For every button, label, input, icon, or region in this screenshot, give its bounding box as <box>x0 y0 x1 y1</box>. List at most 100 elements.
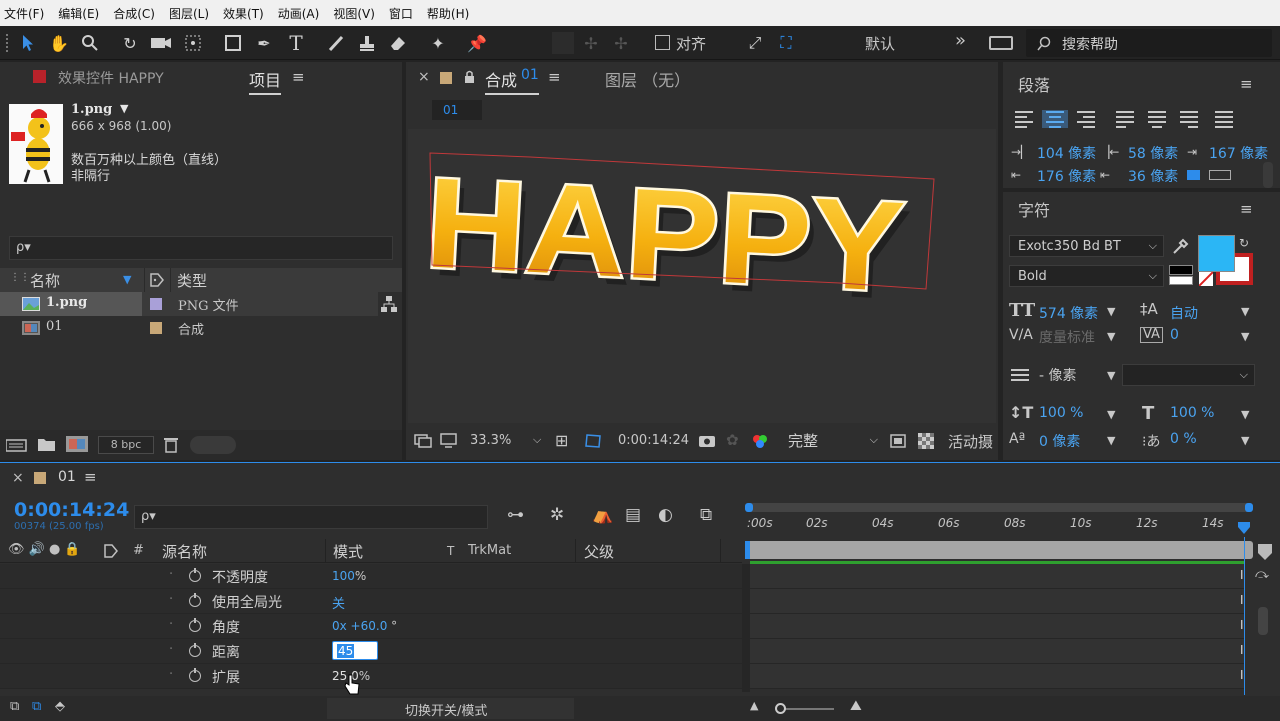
parent-header[interactable]: 父级 <box>584 541 614 562</box>
channel-rgb-icon[interactable] <box>752 433 768 449</box>
brush-tool-icon[interactable] <box>325 32 347 54</box>
project-item-row[interactable]: 01 合成 <box>0 316 378 340</box>
snap-edge-icon[interactable]: ⤢ <box>744 32 766 54</box>
menu-help[interactable]: 帮助(H) <box>427 5 469 22</box>
comp-flowchart-icon[interactable]: ⊶ <box>507 505 524 525</box>
pan-behind-tool-icon[interactable] <box>182 32 204 54</box>
font-style-dropdown[interactable]: Bold ⌵ <box>1009 265 1164 287</box>
trkmat-header[interactable]: TrkMat <box>468 543 511 558</box>
comp-marker-icon[interactable] <box>1257 543 1273 561</box>
timing-icon[interactable]: ⬘ <box>55 699 65 714</box>
always-preview-icon[interactable] <box>414 434 432 448</box>
layer-duration-bar[interactable] <box>745 541 1253 559</box>
timeline-scrollbar[interactable] <box>1258 607 1268 635</box>
tab-composition[interactable]: 合成 01 <box>485 67 539 95</box>
property-row[interactable]: · 使用全局光 关 <box>0 589 742 614</box>
tsume-dropdown-icon[interactable]: ▼ <box>1241 434 1249 447</box>
eyedropper-icon[interactable] <box>1170 237 1190 257</box>
stroke-order-dropdown[interactable]: ⌵ <box>1122 364 1255 386</box>
timeline-menu-icon[interactable]: ≡ <box>84 468 97 486</box>
paragraph-scrollbar[interactable] <box>1263 162 1273 188</box>
toolbar-grip[interactable] <box>6 34 10 52</box>
rotation-tool-icon[interactable]: ↻ <box>119 32 141 54</box>
black-swatch[interactable] <box>1169 265 1193 275</box>
prop-value[interactable]: 0x +60.0 ° <box>332 619 397 633</box>
zoom-dropdown-icon[interactable]: ⌵ <box>533 433 541 447</box>
new-folder-icon[interactable] <box>38 437 56 452</box>
font-size-dropdown-icon[interactable]: ▼ <box>1107 305 1115 318</box>
snapshot-camera-icon[interactable] <box>698 433 716 448</box>
timeline-comp-tab[interactable]: 01 <box>58 469 76 485</box>
active-camera-dropdown[interactable]: 活动摄 <box>948 431 998 452</box>
menu-composition[interactable]: 合成(C) <box>113 5 155 22</box>
zoom-out-icon[interactable]: ▲ <box>750 699 758 712</box>
stopwatch-icon[interactable] <box>189 568 201 582</box>
toggle-switches-modes-button[interactable]: 切换开关/模式 <box>327 698 574 719</box>
label-swatch[interactable] <box>150 322 162 334</box>
fill-color-front[interactable] <box>1198 235 1235 272</box>
keyframe-nav-icon[interactable]: I <box>1240 618 1244 632</box>
project-search-input[interactable]: ρ▾ <box>9 236 393 260</box>
menu-view[interactable]: 视图(V) <box>333 5 375 22</box>
rectangle-tool-icon[interactable] <box>222 32 244 54</box>
mask-visibility-icon[interactable] <box>584 433 602 449</box>
character-menu-icon[interactable]: ≡ <box>1240 200 1253 218</box>
zoom-level[interactable]: 33.3% <box>470 433 511 448</box>
graph-curve-icon[interactable]: ⤼ <box>1255 567 1269 582</box>
new-composition-icon[interactable] <box>66 436 90 452</box>
baseline-dropdown-icon[interactable]: ▼ <box>1107 434 1115 447</box>
hscale-dropdown-icon[interactable]: ▼ <box>1241 408 1249 421</box>
viewer-timecode[interactable]: 0:00:14:24 <box>618 433 689 448</box>
prop-value[interactable]: 100% <box>332 569 366 583</box>
resolution-dropdown[interactable]: 完整 ⌵ <box>779 429 883 451</box>
roto-brush-tool-icon[interactable]: ✦ <box>427 32 449 54</box>
stopwatch-icon[interactable] <box>189 618 201 632</box>
layer-switches-icon[interactable]: ⧉ <box>10 699 19 714</box>
timeline-current-time[interactable]: 0:00:14:24 <box>14 499 129 521</box>
keyframe-nav-icon[interactable]: I <box>1240 593 1244 607</box>
panel-menu-icon[interactable]: ≡ <box>292 68 305 86</box>
leading-value[interactable]: 自动 <box>1170 303 1198 323</box>
tsume-value[interactable]: 0 % <box>1170 431 1197 447</box>
zoom-in-icon[interactable]: ⛰ <box>850 698 862 714</box>
timeline-search-input[interactable]: ρ▾ <box>134 505 488 529</box>
interpret-footage-icon[interactable] <box>6 438 28 452</box>
menu-animation[interactable]: 动画(A) <box>278 5 320 22</box>
menu-edit[interactable]: 编辑(E) <box>58 5 99 22</box>
motion-blur-icon[interactable]: ◐ <box>658 505 673 525</box>
local-axis-icon[interactable] <box>552 32 574 54</box>
vscale-dropdown-icon[interactable]: ▼ <box>1107 408 1115 421</box>
comp-breadcrumb[interactable]: 01 <box>432 100 482 120</box>
tab-layer[interactable]: 图层 （无） <box>605 67 690 91</box>
workspace-switch-icon[interactable] <box>989 36 1013 50</box>
snap-feature-icon[interactable]: ⛶ <box>775 32 797 54</box>
stopwatch-icon[interactable] <box>189 643 201 657</box>
tab-project[interactable]: 项目 <box>249 67 282 95</box>
mode-header[interactable]: 模式 <box>333 541 363 562</box>
timeline-zoom-handle[interactable] <box>775 703 786 714</box>
thumbnail-size-slider[interactable] <box>190 436 236 454</box>
lock-icon[interactable] <box>464 70 475 84</box>
timeline-close-icon[interactable]: × <box>12 470 24 486</box>
label-swatch[interactable] <box>150 298 162 310</box>
zoom-tool-icon[interactable] <box>79 32 101 54</box>
transfer-controls-icon[interactable]: ⧉ <box>32 699 41 714</box>
workspace-default[interactable]: 默认 <box>865 33 895 54</box>
menu-effect[interactable]: 效果(T) <box>223 5 264 22</box>
vertical-scale-value[interactable]: 100 % <box>1039 405 1083 421</box>
puppet-tool-icon[interactable]: 📌 <box>466 32 488 54</box>
time-ruler[interactable]: :00s 02s 04s 06s 08s 10s 12s 14s <box>745 513 1255 537</box>
snap-checkbox[interactable] <box>655 35 670 50</box>
menu-file[interactable]: 文件(F) <box>4 5 44 22</box>
space-after-value[interactable]: 36 像素 <box>1128 166 1178 186</box>
shy-layers-icon[interactable]: ⛺ <box>592 505 613 525</box>
indent-first-value[interactable]: 167 像素 <box>1209 143 1268 163</box>
paragraph-direction-icon[interactable] <box>1209 170 1231 180</box>
stroke-width-dropdown-icon[interactable]: ▼ <box>1107 369 1115 382</box>
workspace-more-icon[interactable]: » <box>955 30 966 51</box>
region-of-interest-icon[interactable] <box>890 434 906 448</box>
kerning-value[interactable]: 度量标准 <box>1039 327 1095 347</box>
property-row[interactable]: · 角度 0x +60.0 ° <box>0 614 742 639</box>
tab-effects-controls[interactable]: 效果控件 HAPPY <box>58 68 164 88</box>
keyframe-nav-icon[interactable]: I <box>1240 668 1244 682</box>
